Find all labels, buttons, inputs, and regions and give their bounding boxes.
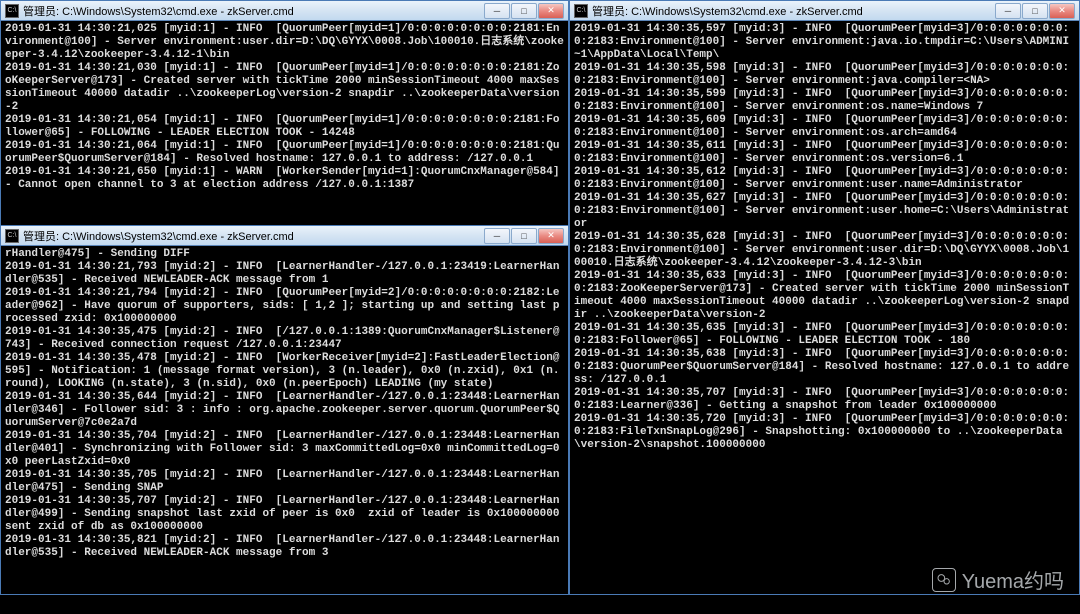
window-controls: ─ □ ✕ — [483, 228, 564, 244]
cmd-icon: C:\ — [5, 229, 19, 243]
minimize-button[interactable]: ─ — [484, 228, 510, 244]
titlebar-1[interactable]: C:\ 管理员: C:\Windows\System32\cmd.exe - z… — [1, 1, 568, 21]
cmd-icon: C:\ — [574, 4, 588, 18]
maximize-button[interactable]: □ — [511, 3, 537, 19]
cmd-icon: C:\ — [5, 4, 19, 18]
titlebar-3[interactable]: C:\ 管理员: C:\Windows\System32\cmd.exe - z… — [570, 1, 1079, 21]
maximize-button[interactable]: □ — [511, 228, 537, 244]
watermark-text: Yuema约吗 — [962, 565, 1064, 594]
titlebar-2[interactable]: C:\ 管理员: C:\Windows\System32\cmd.exe - z… — [1, 226, 568, 246]
terminal-output-2: rHandler@475] - Sending DIFF 2019-01-31 … — [1, 246, 568, 594]
maximize-button[interactable]: □ — [1022, 3, 1048, 19]
window-controls: ─ □ ✕ — [483, 3, 564, 19]
wechat-icon — [932, 568, 956, 592]
minimize-button[interactable]: ─ — [995, 3, 1021, 19]
terminal-output-3: 2019-01-31 14:30:35,597 [myid:3] - INFO … — [570, 21, 1079, 594]
close-button[interactable]: ✕ — [538, 228, 564, 244]
window-title: 管理员: C:\Windows\System32\cmd.exe - zkSer… — [592, 3, 994, 19]
terminal-output-1: 2019-01-31 14:30:21,025 [myid:1] - INFO … — [1, 21, 568, 225]
minimize-button[interactable]: ─ — [484, 3, 510, 19]
close-button[interactable]: ✕ — [1049, 3, 1075, 19]
cmd-window-2: C:\ 管理员: C:\Windows\System32\cmd.exe - z… — [0, 225, 569, 595]
window-controls: ─ □ ✕ — [994, 3, 1075, 19]
window-title: 管理员: C:\Windows\System32\cmd.exe - zkSer… — [23, 3, 483, 19]
cmd-window-1: C:\ 管理员: C:\Windows\System32\cmd.exe - z… — [0, 0, 569, 226]
window-title: 管理员: C:\Windows\System32\cmd.exe - zkSer… — [23, 228, 483, 244]
watermark: Yuema约吗 — [932, 565, 1064, 594]
cmd-window-3: C:\ 管理员: C:\Windows\System32\cmd.exe - z… — [569, 0, 1080, 595]
close-button[interactable]: ✕ — [538, 3, 564, 19]
